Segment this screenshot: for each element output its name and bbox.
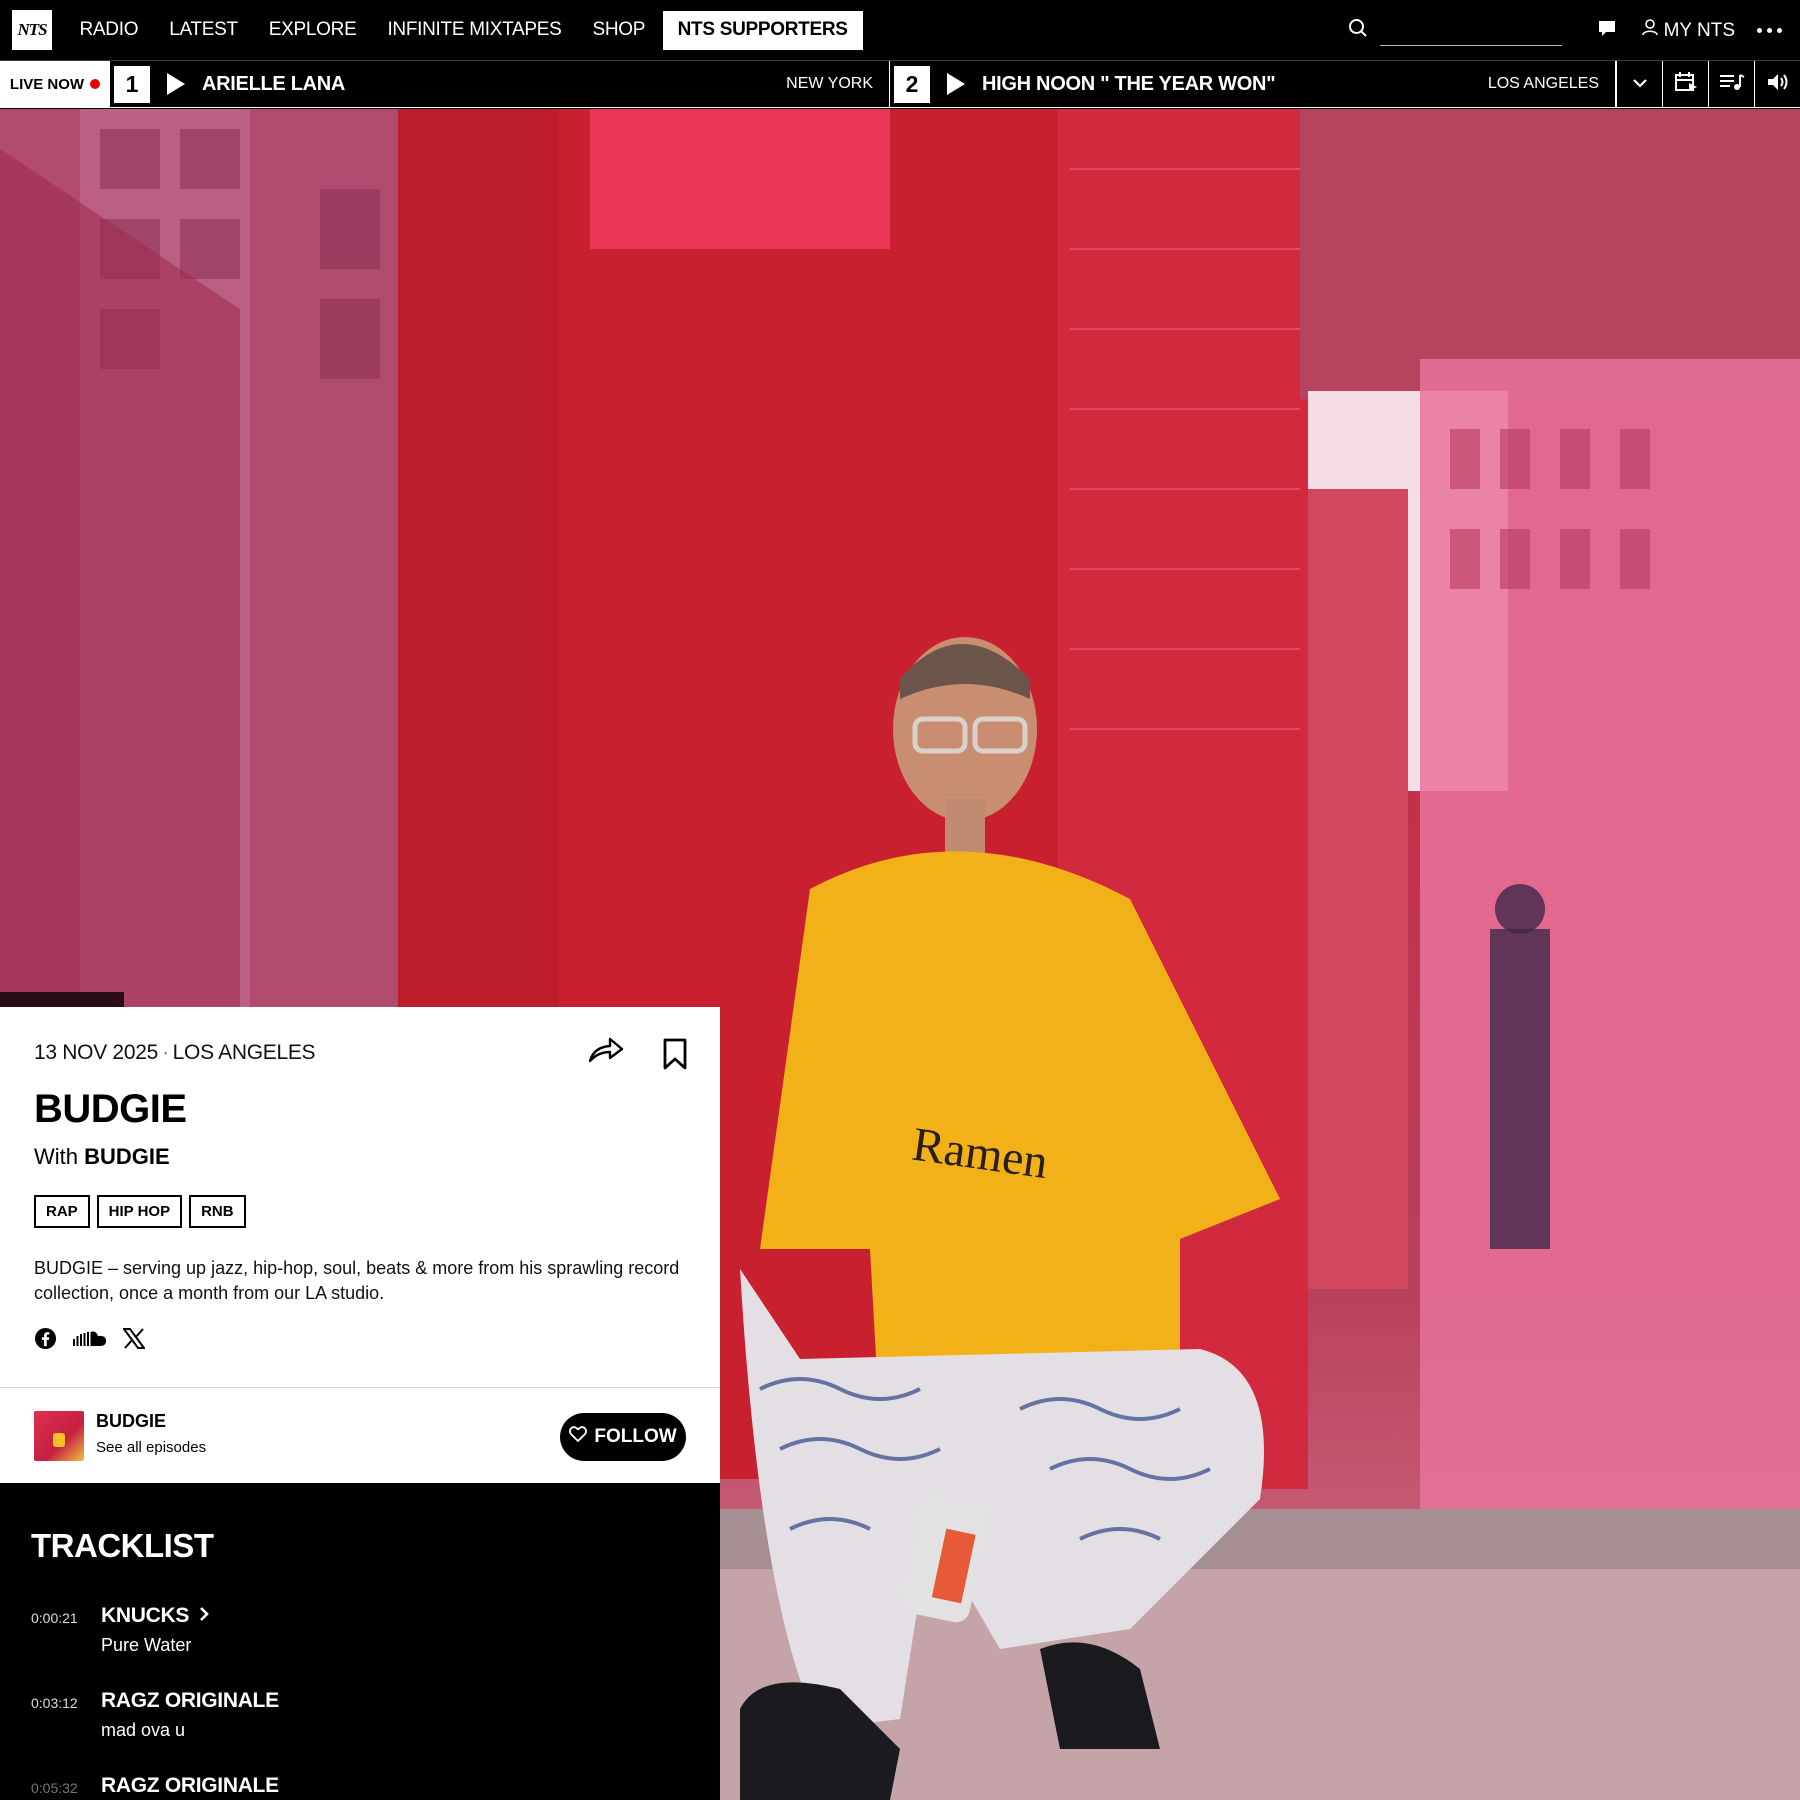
expand-button[interactable] [1616,61,1662,107]
play-icon[interactable] [167,73,185,95]
channel-number: 2 [894,65,930,103]
play-icon[interactable] [947,73,965,95]
live-now-text: LIVE NOW [9,75,85,93]
track-artist-name: KNUCKS [101,1604,190,1627]
nav-latest[interactable]: LATEST [154,19,254,41]
track-timestamp: 0:05:32 [31,1780,78,1796]
heart-icon [569,1426,588,1448]
soundcloud-icon[interactable] [73,1330,107,1353]
track-artist[interactable]: RAGZ ORIGINALE [101,1689,279,1713]
live-indicator-dot [90,79,101,89]
search [1348,15,1562,46]
main-menu: RADIO LATEST EXPLORE INFINITE MIXTAPES S… [64,0,863,60]
track-title: mad ova u [101,1720,186,1740]
track-artist[interactable]: KNUCKS [101,1604,209,1628]
genre-tags: RAP HIP HOP RNB [34,1195,246,1228]
nav-radio[interactable]: RADIO [64,19,154,41]
nav-shop[interactable]: SHOP [577,19,661,41]
playlist-button[interactable] [1708,61,1754,107]
host-row[interactable]: BUDGIE See all episodes FOLLOW [0,1387,720,1483]
volume-button[interactable] [1754,61,1800,107]
track-timestamp: 0:00:21 [31,1610,78,1626]
episode-meta: 13 NOV 2025 · LOS ANGELES [34,1041,316,1065]
search-input[interactable] [1379,15,1562,46]
share-icon[interactable] [588,1037,624,1068]
meta-separator: · [161,1041,169,1064]
episode-location[interactable]: LOS ANGELES [173,1041,316,1064]
schedule-button[interactable] [1662,61,1708,107]
channel-location: LOS ANGELES [1487,75,1599,92]
track-artist-name: RAGZ ORIGINALE [101,1689,279,1712]
x-icon[interactable] [122,1328,146,1354]
channel-number: 1 [114,65,150,103]
search-icon[interactable] [1348,18,1368,43]
my-nts-label: MY NTS [1663,19,1735,41]
volume-icon [1767,73,1789,96]
episode-date: 13 NOV 2025 [34,1041,158,1064]
channel-show-title[interactable]: ARIELLE LANA [202,73,345,96]
track-artist-name: RAGZ ORIGINALE [101,1774,279,1797]
chat-icon[interactable] [1598,20,1616,42]
chevron-right-icon [199,1604,209,1628]
schedule-icon [1674,71,1698,98]
host-link[interactable]: BUDGIE [84,1144,170,1169]
nav-infinite-mixtapes[interactable]: INFINITE MIXTAPES [372,19,577,41]
follow-button[interactable]: FOLLOW [560,1413,686,1461]
nav-explore[interactable]: EXPLORE [253,19,372,41]
nav-right-tools: MY NTS [1348,0,1800,61]
with-prefix: With [34,1144,78,1169]
channel-show-title[interactable]: HIGH NOON " THE YEAR WON" [982,73,1276,96]
genre-tag[interactable]: RAP [34,1195,90,1228]
bookmark-icon[interactable] [662,1038,688,1075]
live-now-label: LIVE NOW [0,61,110,107]
nts-supporters-button[interactable]: NTS SUPPORTERS [662,10,863,50]
more-options-icon[interactable] [1757,28,1782,33]
chevron-down-icon [1632,75,1648,93]
track-title: Pure Water [101,1635,192,1655]
episode-description: BUDGIE – serving up jazz, hip-hop, soul,… [34,1258,680,1303]
my-nts-button[interactable]: MY NTS [1641,19,1735,42]
live-bar: LIVE NOW 1 ARIELLE LANA NEW YORK 2 HIGH … [0,61,1800,108]
episode-info-card: 13 NOV 2025 · LOS ANGELES BUDGIE With BUDG… [0,1007,720,1387]
top-navigation: NTS RADIO LATEST EXPLORE INFINITE MIXTAP… [0,0,1800,61]
episode-host-credit: With BUDGIE [34,1144,170,1170]
user-icon [1641,19,1658,42]
genre-tag[interactable]: RNB [189,1195,246,1228]
follow-label: FOLLOW [594,1426,677,1447]
episode-title: BUDGIE [34,1087,187,1131]
host-name[interactable]: BUDGIE [96,1411,166,1432]
genre-tag[interactable]: HIP HOP [96,1195,183,1228]
host-avatar[interactable] [34,1411,84,1461]
track-timestamp: 0:03:12 [31,1695,78,1711]
track-artist[interactable]: RAGZ ORIGINALE [101,1774,279,1798]
tracklist-heading: TRACKLIST [31,1527,214,1564]
nts-logo[interactable]: NTS [12,10,52,50]
social-links [34,1327,146,1355]
channel-2[interactable]: 2 HIGH NOON " THE YEAR WON" LOS ANGELES [890,61,1616,107]
facebook-icon[interactable] [34,1327,57,1355]
tracklist: TRACKLIST 0:00:21 KNUCKS Pure Water 0:03… [0,1483,720,1800]
see-all-episodes-link[interactable]: See all episodes [96,1439,206,1456]
channel-location: NEW YORK [786,75,873,92]
playlist-icon [1719,73,1745,96]
channel-1[interactable]: 1 ARIELLE LANA NEW YORK [110,61,890,107]
